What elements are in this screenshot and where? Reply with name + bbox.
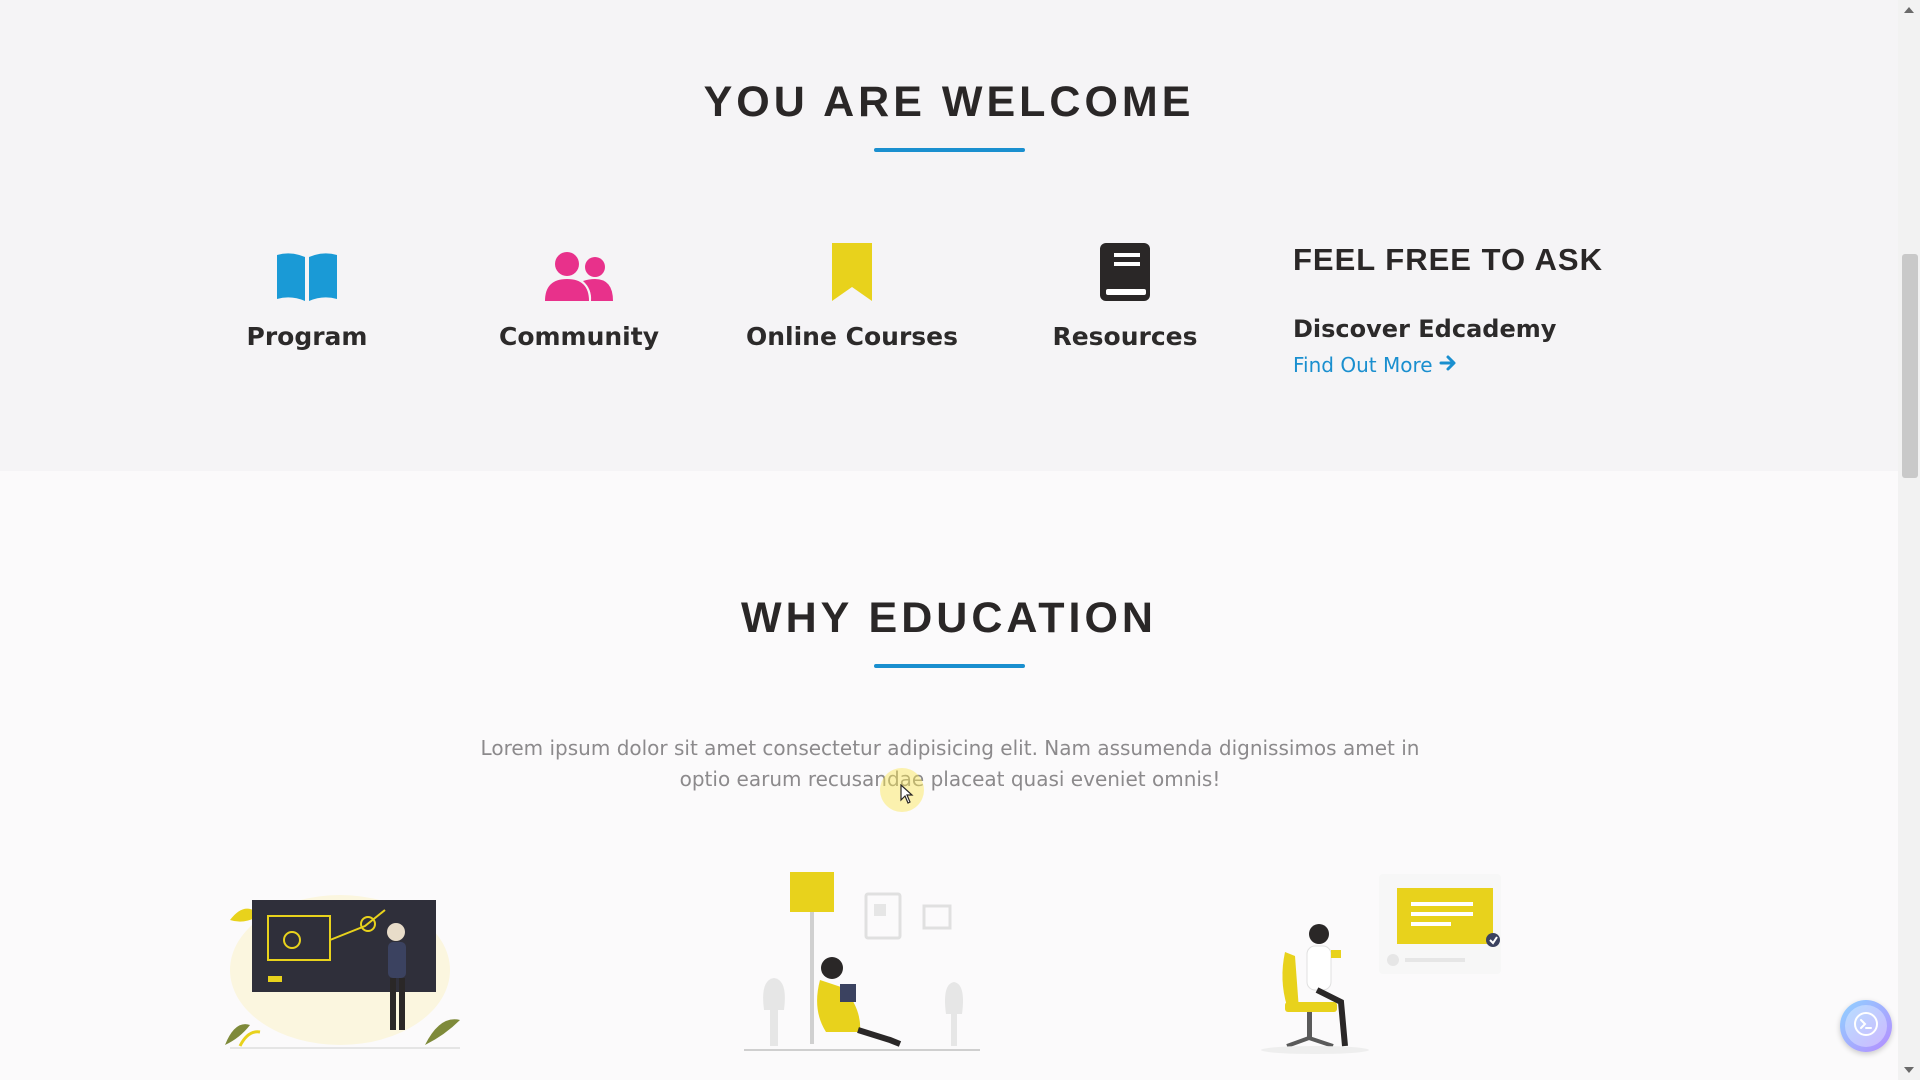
reading-under-lamp-illustration bbox=[740, 860, 990, 1065]
page-scrollbar[interactable] bbox=[1898, 0, 1920, 1080]
why-education-title-underline bbox=[874, 664, 1025, 668]
feature-online-courses[interactable]: Online Courses bbox=[722, 243, 982, 351]
feature-label: Community bbox=[498, 322, 660, 351]
find-out-more-link[interactable]: Find Out More bbox=[1293, 353, 1457, 377]
chat-prompt-icon bbox=[1853, 1011, 1879, 1042]
cursor-arrow-icon bbox=[900, 784, 914, 804]
feature-label: Online Courses bbox=[745, 322, 958, 351]
scrollbar-thumb[interactable] bbox=[1902, 254, 1918, 478]
mouse-cursor-highlight bbox=[880, 768, 924, 812]
book-open-icon bbox=[177, 243, 437, 301]
welcome-title-underline bbox=[874, 148, 1025, 152]
find-out-more-label: Find Out More bbox=[1293, 353, 1433, 377]
scroll-down-arrow[interactable] bbox=[1904, 1067, 1914, 1073]
welcome-section: YOU ARE WELCOME Program Community Online… bbox=[0, 0, 1898, 471]
feature-label: Program bbox=[246, 322, 368, 351]
teacher-at-board-illustration bbox=[220, 860, 470, 1065]
users-icon bbox=[449, 243, 709, 301]
feature-program[interactable]: Program bbox=[177, 243, 437, 351]
welcome-title: YOU ARE WELCOME bbox=[703, 78, 1195, 126]
chat-widget-button[interactable] bbox=[1840, 1000, 1892, 1052]
ask-block: FEEL FREE TO ASK Discover Edcademy Find … bbox=[1293, 242, 1603, 377]
feature-label: Resources bbox=[1052, 322, 1198, 351]
ask-subtitle: Discover Edcademy bbox=[1293, 315, 1557, 343]
book-icon bbox=[995, 243, 1255, 301]
ask-title: FEEL FREE TO ASK bbox=[1293, 242, 1603, 277]
arrow-right-icon bbox=[1439, 353, 1457, 377]
person-on-chair-with-message-illustration bbox=[1255, 860, 1515, 1065]
why-education-lead: Lorem ipsum dolor sit amet consectetur a… bbox=[480, 736, 1420, 791]
why-education-title: WHY EDUCATION bbox=[741, 594, 1157, 642]
feature-resources[interactable]: Resources bbox=[995, 243, 1255, 351]
scroll-up-arrow[interactable] bbox=[1904, 7, 1914, 13]
bookmark-icon bbox=[722, 243, 982, 301]
feature-community[interactable]: Community bbox=[449, 243, 709, 351]
